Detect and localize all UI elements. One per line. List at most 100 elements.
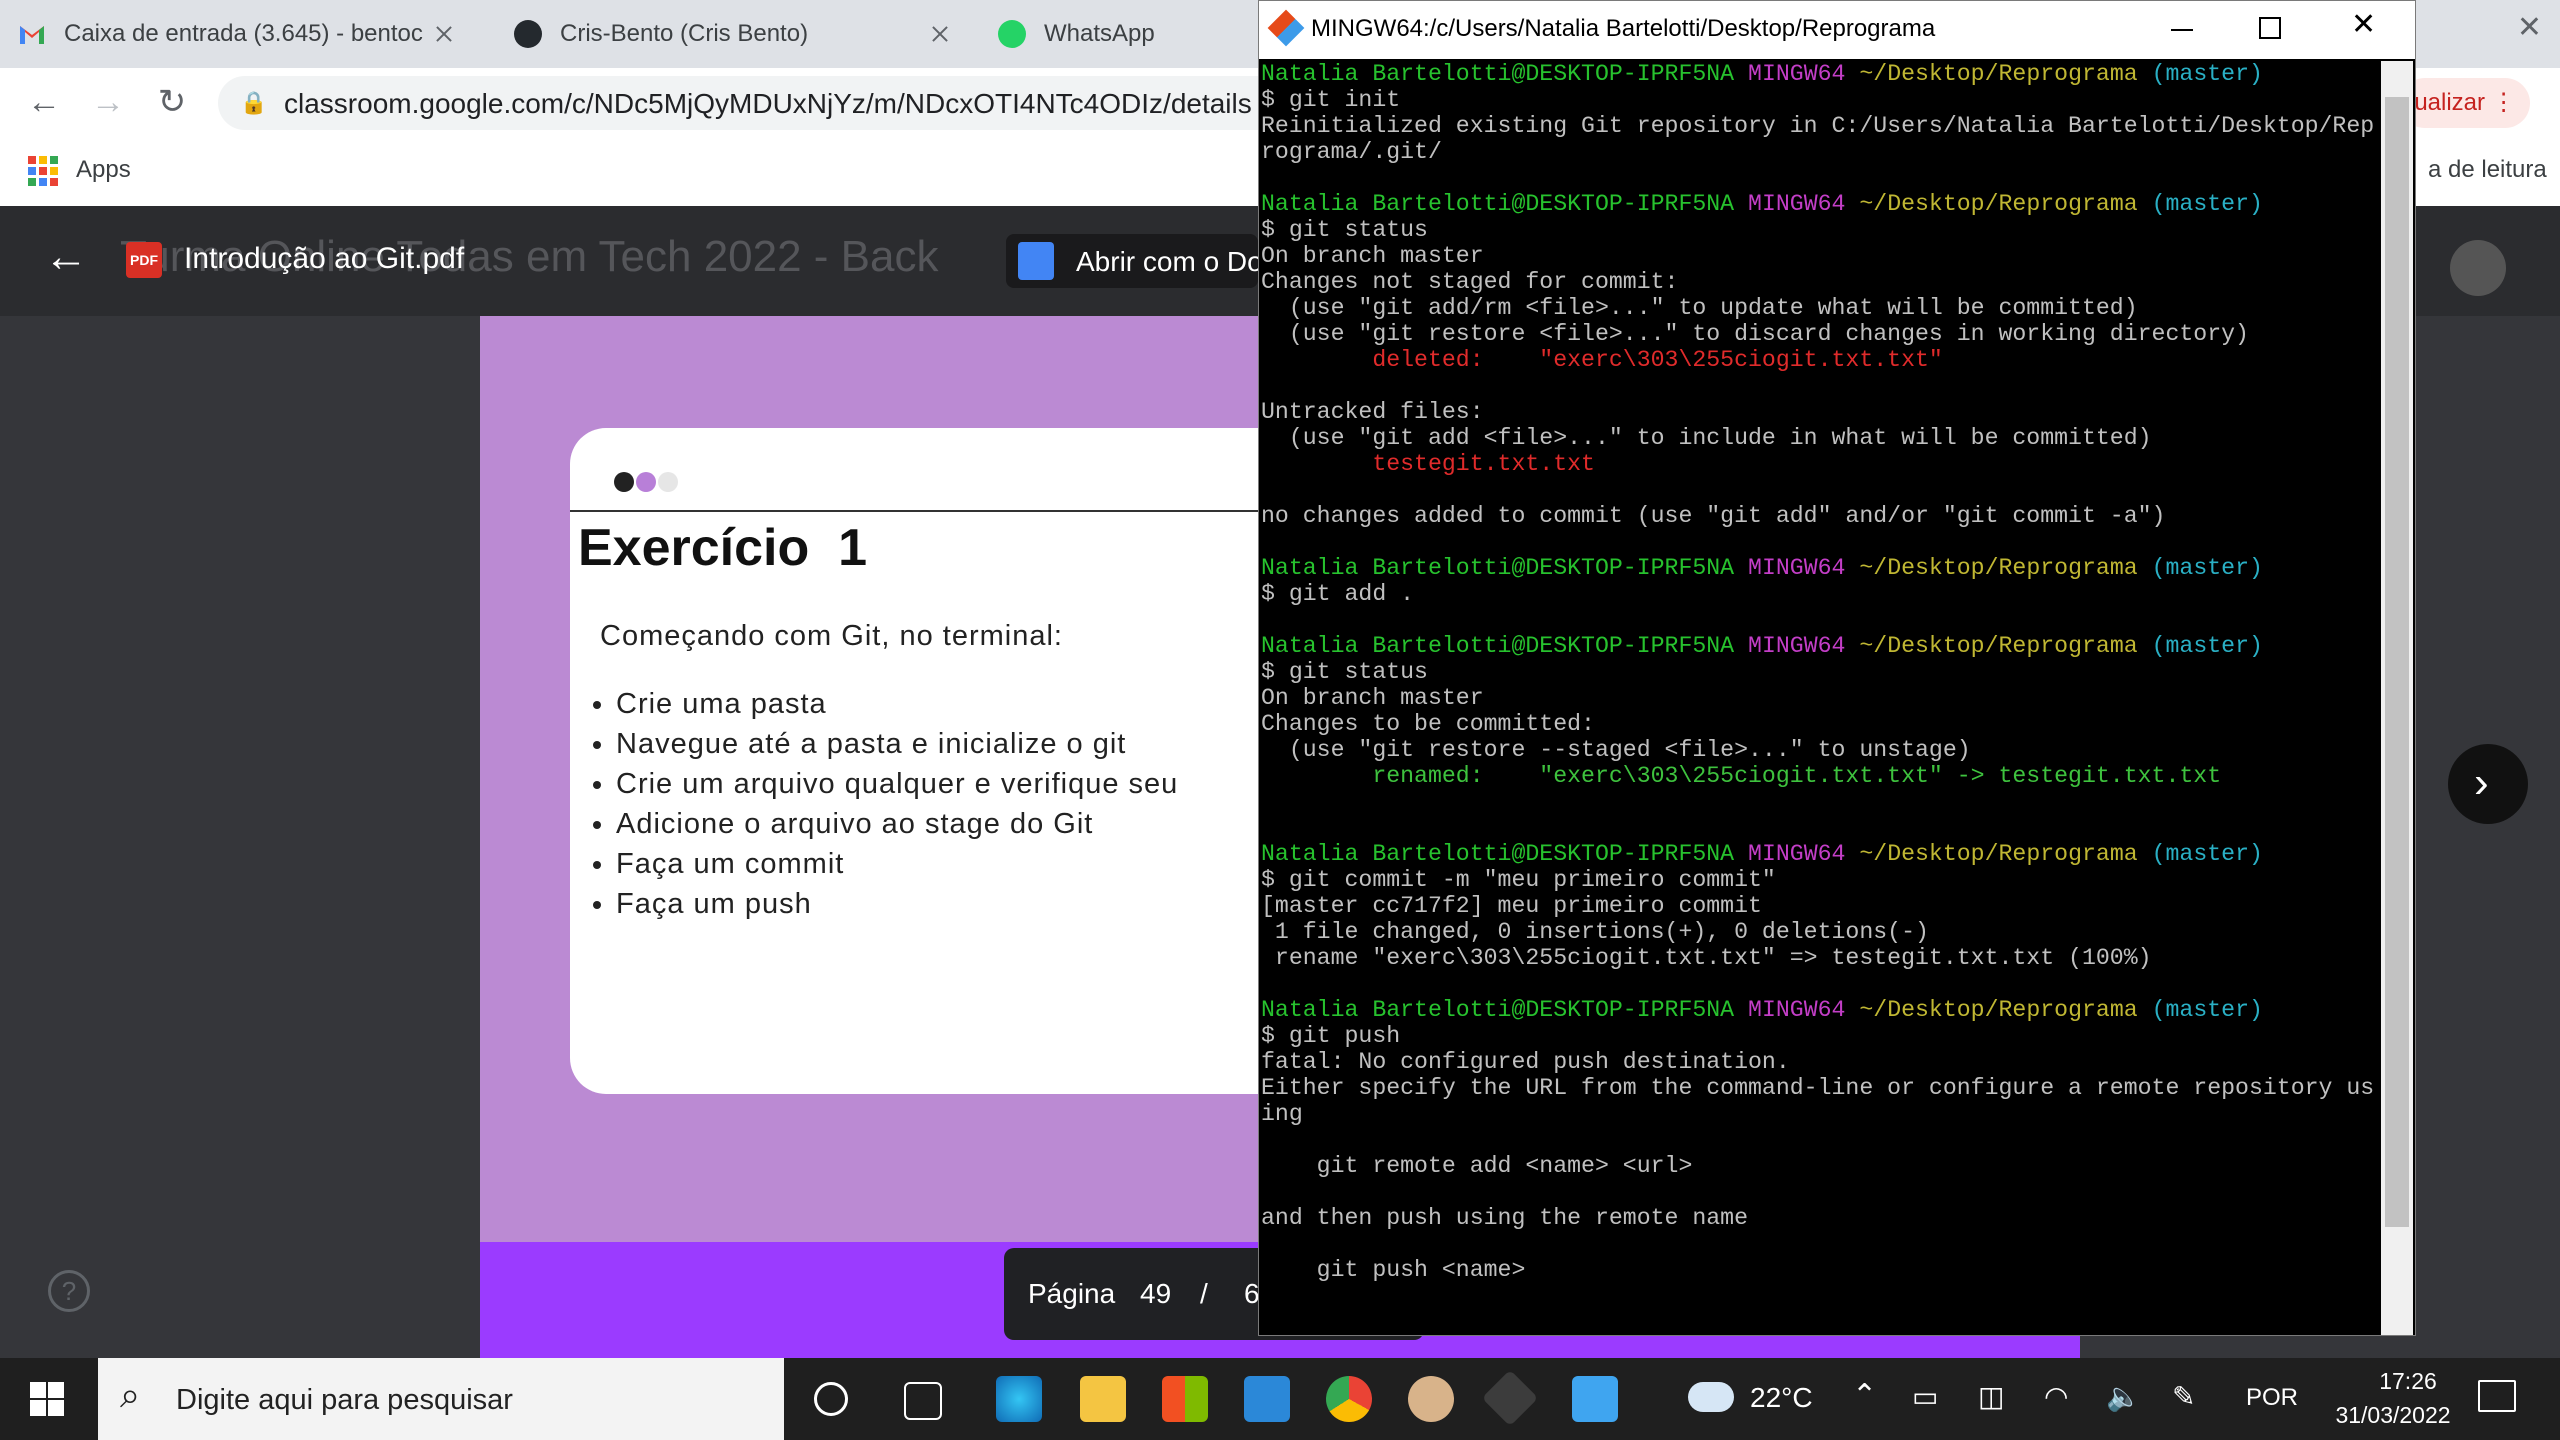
minimize-icon[interactable] xyxy=(2171,29,2193,31)
git-bash-icon xyxy=(1267,9,1305,47)
terminal-output-line: $ git status xyxy=(1261,659,1428,685)
terminal-titlebar: MINGW64:/c/Users/Natalia Bartelotti/Desk… xyxy=(1259,1,2415,59)
windows-start-icon[interactable] xyxy=(30,1382,64,1416)
prompt-branch: (master) xyxy=(2151,61,2263,87)
terminal-output-line: $ git push xyxy=(1261,1023,1401,1049)
gmail-icon xyxy=(20,26,44,44)
prompt-user: Natalia Bartelotti@DESKTOP-IPRF5NA xyxy=(1261,555,1735,581)
close-window-icon[interactable]: ✕ xyxy=(2517,10,2542,45)
prompt-branch: (master) xyxy=(2151,633,2263,659)
mail-icon[interactable] xyxy=(1244,1376,1290,1422)
next-page-button[interactable]: › xyxy=(2448,744,2528,824)
bullet-item: Crie um arquivo qualquer e verifique seu xyxy=(616,764,1178,804)
prompt-shell: MINGW64 xyxy=(1748,841,1846,867)
prompt-branch: (master) xyxy=(2151,997,2263,1023)
clock-time[interactable]: 17:26 xyxy=(2348,1368,2468,1395)
terminal-prompt-line: Natalia Bartelotti@DESKTOP-IPRF5NA MINGW… xyxy=(1261,841,2379,867)
chrome-icon[interactable] xyxy=(1326,1376,1372,1422)
tab-github[interactable]: Cris-Bento (Cris Bento) xyxy=(496,6,966,62)
git-bash-taskbar-icon[interactable] xyxy=(1481,1369,1539,1427)
slide-heading: Exercício 1 xyxy=(578,519,868,577)
prompt-shell: MINGW64 xyxy=(1748,633,1846,659)
photos-icon[interactable] xyxy=(1572,1376,1618,1422)
terminal-output-line: and then push using the remote name xyxy=(1261,1205,1749,1231)
apps-grid-icon xyxy=(28,156,58,186)
pdf-file-icon: PDF xyxy=(126,242,162,278)
maximize-icon[interactable] xyxy=(2259,17,2281,39)
close-icon[interactable] xyxy=(932,26,948,42)
terminal-output-line: deleted: "exerc\303\255ciogit.txt.txt" xyxy=(1261,347,1943,373)
reload-icon[interactable]: ↻ xyxy=(150,80,194,124)
slide-bullets: Crie uma pastaNavegue até a pasta e inic… xyxy=(580,684,1178,924)
clock-date[interactable]: 31/03/2022 xyxy=(2318,1402,2468,1429)
battery-icon[interactable]: ▭ xyxy=(1912,1380,1938,1413)
bookmark-apps[interactable]: Apps xyxy=(76,156,131,184)
tab-title: WhatsApp xyxy=(1044,20,1155,47)
paint-icon[interactable] xyxy=(1408,1376,1454,1422)
terminal-output-line: testegit.txt.txt xyxy=(1261,451,1595,477)
terminal-output-line: rograma/.git/ xyxy=(1261,139,1442,165)
current-page[interactable]: 49 xyxy=(1140,1278,1171,1310)
task-view-icon[interactable] xyxy=(904,1382,942,1420)
terminal-output[interactable]: Natalia Bartelotti@DESKTOP-IPRF5NA MINGW… xyxy=(1261,61,2379,1335)
scrollbar-thumb[interactable] xyxy=(2385,97,2409,1227)
prompt-path: ~/Desktop/Reprograma xyxy=(1859,555,2138,581)
pen-icon[interactable]: ✎ xyxy=(2172,1380,2195,1413)
close-icon[interactable]: ✕ xyxy=(2351,7,2376,42)
terminal-output-line: Reinitialized existing Git repository in… xyxy=(1261,113,2375,139)
language-indicator[interactable]: POR xyxy=(2246,1384,2298,1412)
terminal-output-line: $ git add . xyxy=(1261,581,1415,607)
help-icon[interactable]: ? xyxy=(48,1270,90,1312)
device-icon[interactable]: ◫ xyxy=(1978,1380,2004,1413)
terminal-output-line: Untracked files: xyxy=(1261,399,1484,425)
volume-icon[interactable]: 🔈 xyxy=(2106,1380,2141,1413)
back-arrow-icon[interactable]: ← xyxy=(22,80,66,124)
tab-whatsapp[interactable]: WhatsApp xyxy=(980,6,1260,62)
prompt-user: Natalia Bartelotti@DESKTOP-IPRF5NA xyxy=(1261,633,1735,659)
wifi-icon[interactable]: ◠ xyxy=(2044,1380,2068,1413)
update-button[interactable]: ualizar ⋮ xyxy=(2400,78,2530,128)
terminal-output-line: $ git commit -m "meu primeiro commit" xyxy=(1261,867,1776,893)
cortana-icon[interactable] xyxy=(814,1382,848,1416)
chevron-right-icon: › xyxy=(2474,758,2489,807)
terminal-output-line: fatal: No configured push destination. xyxy=(1261,1049,1790,1075)
prompt-branch: (master) xyxy=(2151,841,2263,867)
bullet-item: Faça um commit xyxy=(616,844,1178,884)
tab-gmail[interactable]: Caixa de entrada (3.645) - bentoc xyxy=(0,6,480,62)
close-icon[interactable] xyxy=(436,26,452,42)
prompt-shell: MINGW64 xyxy=(1748,997,1846,1023)
weather-temp[interactable]: 22°C xyxy=(1750,1382,1813,1414)
taskbar-search[interactable]: ⌕ Digite aqui para pesquisar xyxy=(98,1358,784,1440)
file-explorer-icon[interactable] xyxy=(1080,1376,1126,1422)
weather-icon xyxy=(1688,1382,1734,1412)
edge-icon[interactable] xyxy=(996,1376,1042,1422)
chevron-up-icon[interactable]: ⌃ xyxy=(1852,1378,1877,1413)
terminal-output-line: ing xyxy=(1261,1101,1303,1127)
back-arrow-icon[interactable]: ← xyxy=(44,232,88,282)
dot-decoration xyxy=(636,472,656,492)
whatsapp-icon xyxy=(998,20,1026,48)
terminal-output-line: $ git status xyxy=(1261,217,1428,243)
terminal-output-line: (use "git add/rm <file>..." to update wh… xyxy=(1261,295,2138,321)
terminal-output-line: (use "git restore <file>..." to discard … xyxy=(1261,321,2249,347)
store-icon[interactable] xyxy=(1162,1376,1208,1422)
notifications-icon[interactable] xyxy=(2478,1380,2516,1412)
terminal-output-line: no changes added to commit (use "git add… xyxy=(1261,503,2166,529)
reading-list[interactable]: a de leitura xyxy=(2428,156,2547,184)
prompt-path: ~/Desktop/Reprograma xyxy=(1859,997,2138,1023)
dot-decoration xyxy=(614,472,634,492)
terminal-output-line: git remote add <name> <url> xyxy=(1261,1153,1693,1179)
forward-arrow-icon[interactable]: → xyxy=(86,80,130,124)
terminal-output-line: Changes not staged for commit: xyxy=(1261,269,1679,295)
avatar[interactable] xyxy=(2450,240,2506,296)
tab-title: Cris-Bento (Cris Bento) xyxy=(560,20,809,47)
open-with-button[interactable]: Abrir com o Doc xyxy=(1006,234,1277,288)
